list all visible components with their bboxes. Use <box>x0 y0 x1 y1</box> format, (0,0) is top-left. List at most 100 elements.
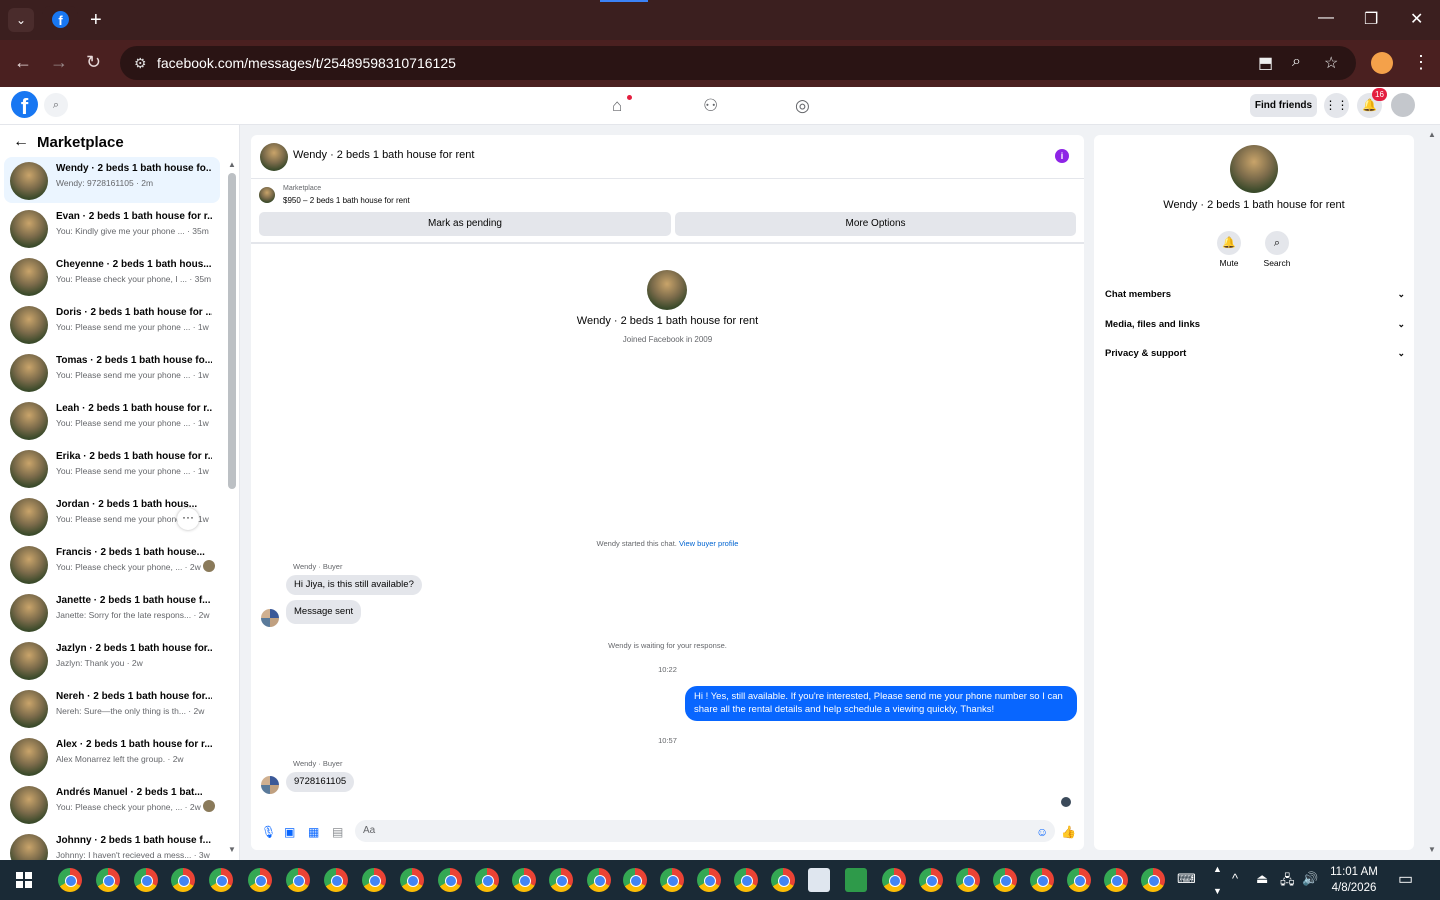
new-tab-button[interactable]: + <box>90 9 102 32</box>
volume-icon[interactable]: 🔊 <box>1302 871 1318 887</box>
chrome-app-icon[interactable] <box>1141 868 1165 892</box>
mark-pending-button[interactable]: Mark as pending <box>259 212 671 236</box>
chrome-app-icon[interactable] <box>286 868 310 892</box>
find-friends-button[interactable]: Find friends <box>1250 94 1317 117</box>
friends-icon[interactable]: ⚇ <box>703 96 718 116</box>
outgoing-message-bubble[interactable]: Hi ! Yes, still available. If you're int… <box>685 686 1077 721</box>
keyboard-icon[interactable]: ⌨ <box>1177 871 1196 887</box>
chrome-app-icon[interactable] <box>171 868 195 892</box>
scroll-up-arrow[interactable]: ▲ <box>228 160 236 169</box>
media-files-links-section[interactable]: Media, files and links ⌄ <box>1105 319 1405 330</box>
conversation-item[interactable]: Erika · 2 beds 1 bath house for r... You… <box>4 445 220 491</box>
mute-bell-icon[interactable]: 🔔 <box>1217 231 1241 255</box>
chrome-app-icon[interactable] <box>771 868 795 892</box>
chrome-app-icon[interactable] <box>660 868 684 892</box>
chrome-app-icon[interactable] <box>1067 868 1091 892</box>
chrome-app-icon[interactable] <box>324 868 348 892</box>
chrome-app-icon[interactable] <box>587 868 611 892</box>
sender-avatar[interactable] <box>261 609 279 627</box>
chrome-app-icon[interactable] <box>549 868 573 892</box>
search-icon[interactable]: ⌕ <box>1265 231 1289 255</box>
chrome-app-icon[interactable] <box>919 868 943 892</box>
chrome-app-icon[interactable] <box>475 868 499 892</box>
conversation-item[interactable]: Evan · 2 beds 1 bath house for r... You:… <box>4 205 220 251</box>
emoji-icon[interactable]: ☺ <box>1036 825 1048 839</box>
chrome-app-icon[interactable] <box>993 868 1017 892</box>
chrome-app-icon[interactable] <box>1104 868 1128 892</box>
facebook-logo[interactable]: f <box>11 91 38 119</box>
thumbs-up-icon[interactable]: 👍 <box>1061 825 1076 839</box>
url-text[interactable]: facebook.com/messages/t/2548959831071612… <box>157 55 456 71</box>
close-window-icon[interactable]: ✕ <box>1410 9 1423 29</box>
message-bubble[interactable]: Hi Jiya, is this still available? <box>286 575 422 595</box>
photo-icon[interactable]: ▣ <box>284 825 295 839</box>
reload-icon[interactable]: ↻ <box>86 52 101 73</box>
usb-icon[interactable]: ⏏ <box>1256 871 1268 887</box>
gif-icon[interactable]: ▤ <box>332 825 343 839</box>
home-icon[interactable]: ⌂ <box>612 96 622 116</box>
info-profile-picture[interactable] <box>1230 145 1278 193</box>
conversation-item[interactable]: Nereh · 2 beds 1 bath house for... Nereh… <box>4 685 220 731</box>
listing-title[interactable]: $950 – 2 beds 1 bath house for rent <box>283 196 410 205</box>
conversation-item[interactable]: Wendy · 2 beds 1 bath house fo... Wendy:… <box>4 157 220 203</box>
bookmark-star-icon[interactable]: ☆ <box>1324 53 1338 73</box>
chrome-app-icon[interactable] <box>438 868 462 892</box>
browser-menu-icon[interactable]: ⋮ <box>1412 52 1430 73</box>
conversation-item[interactable]: Andrés Manuel · 2 beds 1 bat... You: Ple… <box>4 781 220 827</box>
zoom-icon[interactable]: ⌕ <box>1292 53 1301 71</box>
chrome-app-icon[interactable] <box>956 868 980 892</box>
info-icon[interactable]: i <box>1055 149 1069 163</box>
install-app-icon[interactable]: ⬒ <box>1258 53 1273 73</box>
search-icon[interactable]: ⌕ <box>44 93 68 117</box>
message-input[interactable]: Aa <box>355 820 1055 842</box>
buyer-profile-picture[interactable] <box>647 270 687 310</box>
back-arrow-icon[interactable]: ← <box>13 133 29 151</box>
chrome-app-icon[interactable] <box>734 868 758 892</box>
microphone-icon[interactable]: 🎙 <box>261 825 276 839</box>
chrome-app-icon[interactable] <box>96 868 120 892</box>
chat-members-section[interactable]: Chat members ⌄ <box>1105 289 1405 300</box>
conversation-item[interactable]: Leah · 2 beds 1 bath house for r... You:… <box>4 397 220 443</box>
chat-title[interactable]: Wendy · 2 beds 1 bath house for rent <box>293 149 474 161</box>
chrome-app-icon[interactable] <box>623 868 647 892</box>
taskbar-scroll-up-icon[interactable]: ▲ <box>1213 864 1222 874</box>
back-icon[interactable]: ← <box>14 52 32 73</box>
groups-icon[interactable]: ◎ <box>795 96 810 116</box>
sender-avatar[interactable] <box>261 776 279 794</box>
conversation-item[interactable]: Janette · 2 beds 1 bath house f... Janet… <box>4 589 220 635</box>
conversation-item[interactable]: Alex · 2 beds 1 bath house for r... Alex… <box>4 733 220 779</box>
chrome-app-icon[interactable] <box>134 868 158 892</box>
chrome-app-icon[interactable] <box>248 868 272 892</box>
conversation-item[interactable]: Francis · 2 beds 1 bath house... You: Pl… <box>4 541 220 587</box>
minimize-icon[interactable]: — <box>1318 9 1334 27</box>
sidebar-scrollbar[interactable] <box>228 173 236 489</box>
scroll-down-arrow[interactable]: ▼ <box>228 845 236 854</box>
forward-icon[interactable]: → <box>50 52 68 73</box>
more-options-button[interactable]: More Options <box>675 212 1076 236</box>
privacy-support-section[interactable]: Privacy & support ⌄ <box>1105 348 1405 359</box>
chrome-app-icon[interactable] <box>362 868 386 892</box>
conversation-item[interactable]: Johnny · 2 beds 1 bath house f... Johnny… <box>4 829 220 860</box>
restore-icon[interactable]: ❐ <box>1364 9 1378 29</box>
contacts-app-icon[interactable] <box>808 868 830 892</box>
conversation-item[interactable]: Jazlyn · 2 beds 1 bath house for... Jazl… <box>4 637 220 683</box>
site-info-icon[interactable]: ⚙ <box>134 55 147 72</box>
tab-search-button[interactable]: ⌄ <box>8 8 34 32</box>
browser-profile-avatar[interactable] <box>1371 52 1393 74</box>
view-buyer-profile-link[interactable]: View buyer profile <box>679 539 738 548</box>
system-clock[interactable]: 11:01 AM 4/8/2026 <box>1318 864 1390 896</box>
spreadsheet-app-icon[interactable] <box>845 868 867 892</box>
page-scroll-down-arrow[interactable]: ▼ <box>1428 845 1436 854</box>
conversation-item[interactable]: Cheyenne · 2 beds 1 bath hous... You: Pl… <box>4 253 220 299</box>
notification-center-icon[interactable]: ▭ <box>1398 869 1413 889</box>
page-scroll-up-arrow[interactable]: ▲ <box>1428 130 1436 139</box>
conversation-item[interactable]: Doris · 2 beds 1 bath house for ... You:… <box>4 301 220 347</box>
show-hidden-icons-icon[interactable]: ^ <box>1232 871 1238 886</box>
menu-grid-icon[interactable]: ⋮⋮ <box>1324 93 1349 118</box>
chrome-app-icon[interactable] <box>58 868 82 892</box>
windows-start-icon[interactable] <box>16 872 32 888</box>
more-options-icon[interactable]: ··· <box>177 508 199 530</box>
chrome-app-icon[interactable] <box>697 868 721 892</box>
sticker-icon[interactable]: ▦ <box>308 825 319 839</box>
taskbar-scroll-down-icon[interactable]: ▼ <box>1213 886 1222 896</box>
